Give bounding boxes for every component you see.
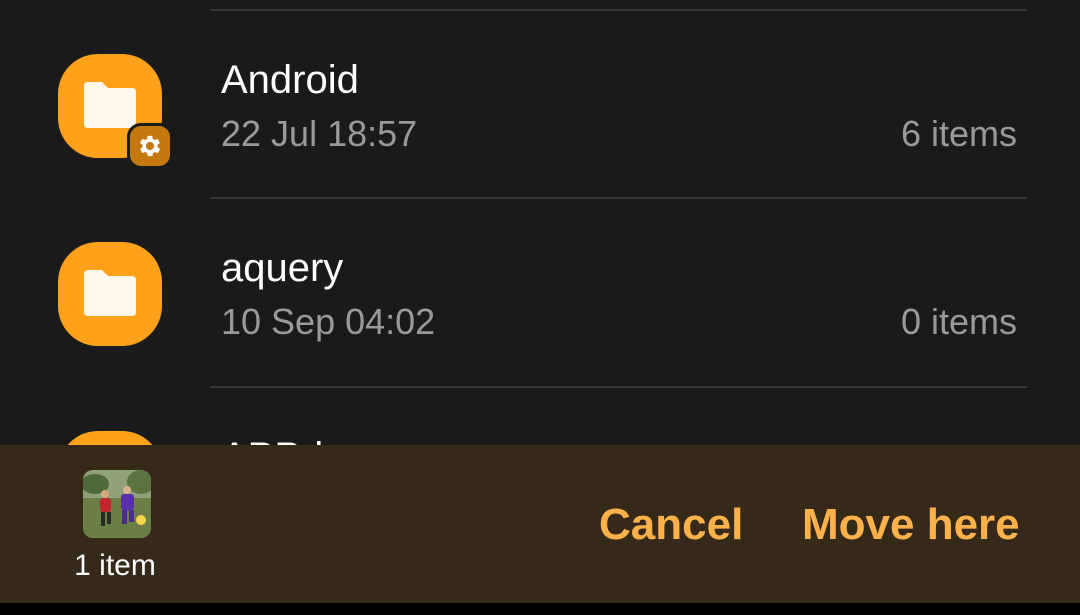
cancel-button[interactable]: Cancel: [599, 503, 743, 547]
folder-name: Android: [221, 58, 359, 102]
folder-icon: [58, 242, 162, 346]
gear-icon: [127, 123, 173, 169]
selected-count: 1 item: [74, 549, 156, 582]
move-here-button[interactable]: Move here: [802, 503, 1020, 547]
list-item-aquery[interactable]: aquery 10 Sep 04:02 0 items: [0, 199, 1080, 385]
folder-item-count: 0 items: [900, 301, 1017, 342]
folder-date: 10 Sep 04:02: [221, 301, 436, 342]
move-action-bar: 1 item Cancel Move here: [0, 445, 1080, 603]
file-picker-screen: Android 22 Jul 18:57 6 items aquery 10 S…: [0, 0, 1080, 615]
system-nav-strip: [0, 603, 1080, 615]
folder-name: aquery: [221, 246, 344, 290]
folder-date: 22 Jul 18:57: [221, 113, 418, 154]
list-item-android[interactable]: Android 22 Jul 18:57 6 items: [0, 11, 1080, 197]
selected-item-thumbnail: [83, 470, 151, 538]
folder-item-count: 6 items: [900, 113, 1017, 154]
